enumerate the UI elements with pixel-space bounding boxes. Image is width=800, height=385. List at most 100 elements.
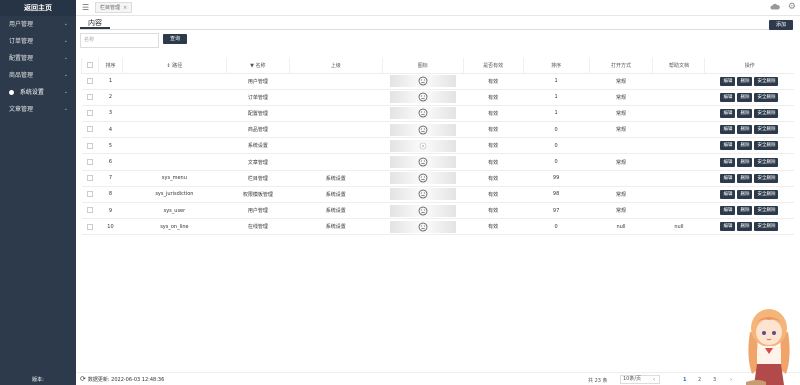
row-actions: 编辑 删除 安全删除 [704, 89, 794, 106]
table-row[interactable]: 9 sys_user 用户管理 系统设置 有效 97 常规 编辑 删除 安全删除 [81, 202, 794, 220]
row-checkbox[interactable] [81, 121, 99, 139]
row-open-mode [589, 170, 653, 187]
table-row[interactable]: 5 系统设置 有效 0 编辑 删除 安全删除 [81, 137, 794, 155]
query-button[interactable]: 查询 [163, 34, 187, 44]
delete-button[interactable]: 删除 [737, 222, 753, 232]
safe-delete-button[interactable]: 安全删除 [754, 108, 779, 118]
safe-delete-button[interactable]: 安全删除 [754, 92, 779, 102]
row-index: 3 [98, 105, 123, 123]
refresh-status[interactable]: ⟳ 数据更新: 2022-06-03 12:48:36 [80, 375, 164, 385]
menu-table: 排序 ⇕ 路径 ▼ 名称 上级 图标 是否有效 排序 打开方式 帮助文档 操作 … [81, 58, 794, 236]
row-checkbox[interactable] [81, 105, 99, 123]
top-bar: ☰ 栏目管理 × ⚙ [76, 0, 800, 16]
next-page-button[interactable]: › [730, 377, 732, 383]
row-checkbox[interactable] [81, 186, 99, 204]
delete-button[interactable]: 删除 [737, 125, 753, 135]
prev-page-button[interactable]: ‹ [653, 377, 655, 383]
row-checkbox[interactable] [81, 89, 99, 106]
row-checkbox[interactable] [81, 153, 99, 171]
safe-delete-button[interactable]: 安全删除 [754, 125, 779, 135]
table-row[interactable]: 1 用户管理 有效 1 常规 编辑 删除 安全删除 [81, 73, 794, 90]
row-sort: 0 [523, 218, 590, 236]
edit-button[interactable]: 编辑 [720, 108, 736, 118]
page-1[interactable]: 1 [683, 377, 686, 383]
table-row[interactable]: 2 订单管理 有效 1 常规 编辑 删除 安全删除 [81, 89, 794, 106]
tab-column-management[interactable]: 栏目管理 × [95, 2, 133, 13]
safe-delete-button[interactable]: 安全删除 [754, 76, 779, 86]
delete-button[interactable]: 删除 [737, 206, 753, 216]
col-open-mode: 打开方式 [588, 58, 653, 74]
safe-delete-button[interactable]: 安全删除 [754, 206, 779, 216]
row-checkbox[interactable] [81, 73, 99, 90]
row-path [122, 89, 227, 106]
row-parent: 系统设置 [289, 218, 383, 236]
col-path[interactable]: ⇕ 路径 [121, 58, 227, 74]
row-checkbox[interactable] [81, 218, 99, 236]
table-row[interactable]: 10 sys_on_line 在线管理 系统设置 有效 0 null null 编辑 删除 安全删除 [81, 218, 794, 236]
row-open-mode: 常规 [589, 121, 653, 139]
row-open-mode [589, 137, 653, 155]
row-sort: 1 [523, 89, 590, 106]
row-actions: 编辑 删除 安全删除 [704, 218, 794, 236]
add-button[interactable]: 添加 [769, 20, 793, 30]
filter-icon: ▼ [250, 62, 254, 69]
row-open-mode: 常规 [589, 105, 653, 123]
safe-delete-button[interactable]: 安全删除 [754, 189, 779, 199]
search-input[interactable]: 名称 [80, 33, 159, 48]
row-help: null [652, 218, 705, 236]
edit-button[interactable]: 编辑 [720, 76, 736, 86]
gear-icon[interactable]: ⚙ [788, 2, 796, 12]
page-2[interactable]: 2 [698, 377, 701, 383]
col-name[interactable]: ▼ 名称 [225, 58, 290, 74]
tab-content[interactable]: 内容 [80, 17, 110, 29]
row-checkbox[interactable] [81, 137, 99, 155]
home-link[interactable]: 返回主页 [0, 0, 76, 16]
edit-button[interactable]: 编辑 [720, 189, 736, 199]
cloud-icon[interactable] [770, 3, 780, 10]
edit-button[interactable]: 编辑 [720, 92, 736, 102]
row-valid: 有效 [463, 105, 524, 123]
menu-toggle-icon[interactable]: ☰ [82, 3, 89, 12]
close-icon[interactable]: × [123, 5, 127, 11]
delete-button[interactable]: 删除 [737, 108, 753, 118]
safe-delete-button[interactable]: 安全删除 [754, 173, 779, 183]
delete-button[interactable]: 删除 [737, 92, 753, 102]
safe-delete-button[interactable]: 安全删除 [754, 157, 779, 167]
row-name: 商品管理 [226, 121, 290, 139]
edit-button[interactable]: 编辑 [720, 222, 736, 232]
safe-delete-button[interactable]: 安全删除 [754, 141, 779, 151]
table-row[interactable]: 6 文章管理 有效 0 常规 编辑 删除 安全删除 [81, 153, 794, 171]
edit-button[interactable]: 编辑 [720, 206, 736, 216]
page-3[interactable]: 3 [713, 377, 716, 383]
sidebar-item-articles[interactable]: 文章管理 ⌄ [0, 101, 76, 118]
row-checkbox[interactable] [81, 202, 99, 220]
sidebar-item-products[interactable]: 商品管理 ⌄ [0, 67, 76, 84]
col-valid: 是否有效 [462, 58, 524, 74]
delete-button[interactable]: 删除 [737, 189, 753, 199]
select-all-checkbox[interactable] [81, 58, 99, 74]
row-checkbox[interactable] [81, 170, 99, 187]
refresh-icon[interactable]: ⟳ [80, 375, 86, 383]
edit-button[interactable]: 编辑 [720, 157, 736, 167]
row-parent [289, 105, 383, 123]
row-index: 8 [98, 186, 123, 204]
delete-button[interactable]: 删除 [737, 141, 753, 151]
table-row[interactable]: 3 配置管理 有效 1 常规 编辑 删除 安全删除 [81, 105, 794, 123]
edit-button[interactable]: 编辑 [720, 173, 736, 183]
edit-button[interactable]: 编辑 [720, 141, 736, 151]
sidebar-item-users[interactable]: 用户管理 ⌄ [0, 16, 76, 33]
safe-delete-button[interactable]: 安全删除 [754, 222, 779, 232]
delete-button[interactable]: 删除 [737, 157, 753, 167]
table-row[interactable]: 4 商品管理 有效 0 常规 编辑 删除 安全删除 [81, 121, 794, 139]
table-row[interactable]: 8 sys_jurisdiction 权限模板管理 系统设置 有效 98 常规 编辑 删除 安全删… [81, 186, 794, 204]
sidebar-item-config[interactable]: 配置管理 ⌄ [0, 50, 76, 67]
table-row[interactable]: 7 sys_menu 栏目管理 系统设置 有效 99 编辑 删除 安全删除 [81, 170, 794, 187]
delete-button[interactable]: 删除 [737, 173, 753, 183]
row-path: sys_jurisdiction [122, 186, 227, 204]
edit-button[interactable]: 编辑 [720, 125, 736, 135]
chevron-down-icon: ⌄ [63, 38, 68, 44]
sidebar-item-orders[interactable]: 订单管理 ⌄ [0, 33, 76, 50]
sidebar-item-system-settings[interactable]: 系统设置 ⌄ [0, 84, 76, 101]
row-name: 在线管理 [226, 218, 290, 236]
delete-button[interactable]: 删除 [737, 76, 753, 86]
